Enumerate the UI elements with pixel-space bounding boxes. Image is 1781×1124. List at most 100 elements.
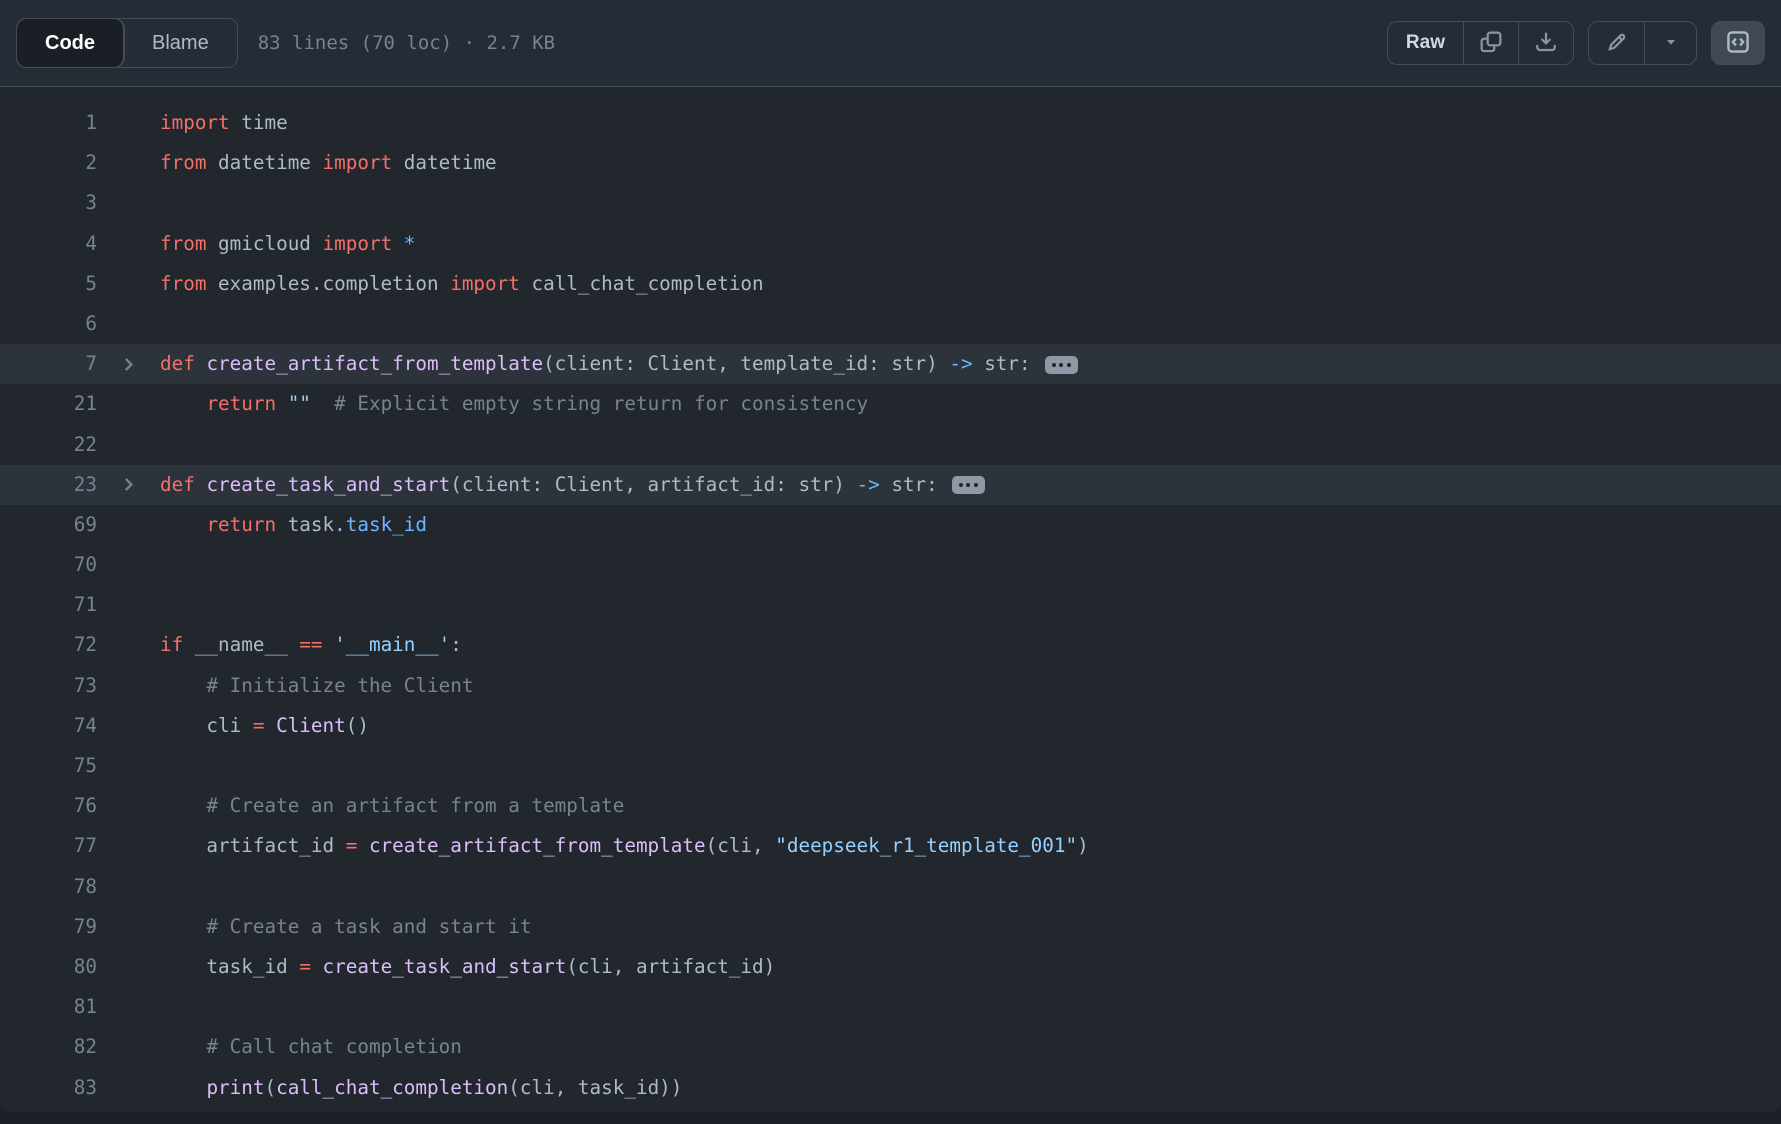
token-d: (	[264, 1076, 276, 1099]
code-line-21: 21 return "" # Explicit empty string ret…	[0, 384, 1781, 424]
line-number-3[interactable]: 3	[0, 183, 97, 223]
token-d: task.	[276, 513, 346, 536]
token-d: :	[450, 633, 462, 656]
code-line-5: 5from examples.completion import call_ch…	[0, 264, 1781, 304]
file-header: Code Blame 83 lines (70 loc) · 2.7 KB Ra…	[0, 0, 1781, 87]
token-c: # Initialize the Client	[206, 674, 473, 697]
code-line-73: 73 # Initialize the Client	[0, 666, 1781, 706]
edit-button[interactable]	[1589, 22, 1644, 64]
code-text: artifact_id = create_artifact_from_templ…	[160, 826, 1781, 866]
token-d	[311, 392, 334, 415]
code-text: print(call_chat_completion(cli, task_id)…	[160, 1068, 1781, 1108]
code-line-76: 76 # Create an artifact from a template	[0, 786, 1781, 826]
token-d: (cli,	[706, 834, 776, 857]
token-k: =	[346, 834, 358, 857]
token-d: datetime	[206, 151, 322, 174]
code-text	[160, 987, 1781, 1027]
gutter-spacer	[97, 545, 160, 585]
token-d: (cli, artifact_id)	[566, 955, 775, 978]
code-text: # Initialize the Client	[160, 666, 1781, 706]
line-number-83[interactable]: 83	[0, 1068, 97, 1108]
token-d: ()	[346, 714, 369, 737]
token-k: import	[323, 232, 393, 255]
token-k: =	[299, 955, 311, 978]
line-number-76[interactable]: 76	[0, 786, 97, 826]
line-number-2[interactable]: 2	[0, 143, 97, 183]
expand-collapsed-code-button[interactable]	[1045, 356, 1078, 374]
line-number-5[interactable]: 5	[0, 264, 97, 304]
line-number-70[interactable]: 70	[0, 545, 97, 585]
line-number-75[interactable]: 75	[0, 746, 97, 786]
code-rows: 1import time2from datetime import dateti…	[0, 87, 1781, 1108]
expand-collapsed-code-button[interactable]	[952, 476, 985, 494]
token-d: str:	[880, 473, 938, 496]
line-number-23[interactable]: 23	[0, 465, 97, 505]
tab-blame[interactable]: Blame	[124, 19, 237, 67]
gutter-spacer	[97, 425, 160, 465]
token-d: str:	[973, 352, 1031, 375]
symbols-panel-button[interactable]	[1711, 21, 1765, 65]
token-d	[160, 1035, 206, 1058]
line-number-22[interactable]: 22	[0, 425, 97, 465]
token-d	[195, 473, 207, 496]
code-square-icon	[1726, 30, 1750, 57]
code-line-72: 72if __name__ == '__main__':	[0, 625, 1781, 665]
edit-dropdown-button[interactable]	[1644, 22, 1696, 64]
code-line-77: 77 artifact_id = create_artifact_from_te…	[0, 826, 1781, 866]
line-number-77[interactable]: 77	[0, 826, 97, 866]
line-number-72[interactable]: 72	[0, 625, 97, 665]
token-b: ->	[857, 473, 880, 496]
code-text: # Create a task and start it	[160, 907, 1781, 947]
line-number-4[interactable]: 4	[0, 224, 97, 264]
line-number-80[interactable]: 80	[0, 947, 97, 987]
token-b: ->	[949, 352, 972, 375]
edit-group	[1588, 21, 1697, 65]
token-d: (client: Client, artifact_id: str)	[450, 473, 856, 496]
token-d: task_id	[160, 955, 299, 978]
token-b: *	[404, 232, 416, 255]
copy-icon	[1480, 31, 1502, 56]
token-s: "deepseek_r1_template_001"	[775, 834, 1077, 857]
line-number-6[interactable]: 6	[0, 304, 97, 344]
line-number-1[interactable]: 1	[0, 103, 97, 143]
collapse-chevron-icon[interactable]	[97, 465, 160, 505]
pencil-icon	[1606, 31, 1628, 56]
file-stats: 83 lines (70 loc) · 2.7 KB	[258, 32, 555, 54]
code-blame-toggle: Code Blame	[16, 18, 238, 68]
code-line-81: 81	[0, 987, 1781, 1027]
line-number-82[interactable]: 82	[0, 1027, 97, 1067]
line-number-78[interactable]: 78	[0, 867, 97, 907]
code-text	[160, 585, 1781, 625]
copy-button[interactable]	[1463, 22, 1518, 64]
token-d: artifact_id	[160, 834, 346, 857]
gutter-spacer	[97, 264, 160, 304]
gutter-spacer	[97, 585, 160, 625]
line-number-21[interactable]: 21	[0, 384, 97, 424]
line-number-69[interactable]: 69	[0, 505, 97, 545]
raw-button[interactable]: Raw	[1388, 22, 1463, 64]
line-number-74[interactable]: 74	[0, 706, 97, 746]
tab-code[interactable]: Code	[17, 19, 124, 67]
code-line-22: 22	[0, 425, 1781, 465]
code-line-83: 83 print(call_chat_completion(cli, task_…	[0, 1068, 1781, 1108]
token-k: ==	[299, 633, 322, 656]
line-number-79[interactable]: 79	[0, 907, 97, 947]
line-number-81[interactable]: 81	[0, 987, 97, 1027]
code-line-79: 79 # Create a task and start it	[0, 907, 1781, 947]
token-k: def	[160, 352, 195, 375]
code-text	[160, 425, 1781, 465]
token-d	[195, 352, 207, 375]
token-d	[160, 674, 206, 697]
download-button[interactable]	[1518, 22, 1573, 64]
code-text: # Create an artifact from a template	[160, 786, 1781, 826]
line-number-7[interactable]: 7	[0, 344, 97, 384]
line-number-71[interactable]: 71	[0, 585, 97, 625]
token-d: datetime	[392, 151, 496, 174]
gutter-spacer	[97, 947, 160, 987]
line-number-73[interactable]: 73	[0, 666, 97, 706]
code-line-69: 69 return task.task_id	[0, 505, 1781, 545]
code-line-71: 71	[0, 585, 1781, 625]
code-line-4: 4from gmicloud import *	[0, 224, 1781, 264]
collapse-chevron-icon[interactable]	[97, 344, 160, 384]
token-k: return	[206, 513, 276, 536]
